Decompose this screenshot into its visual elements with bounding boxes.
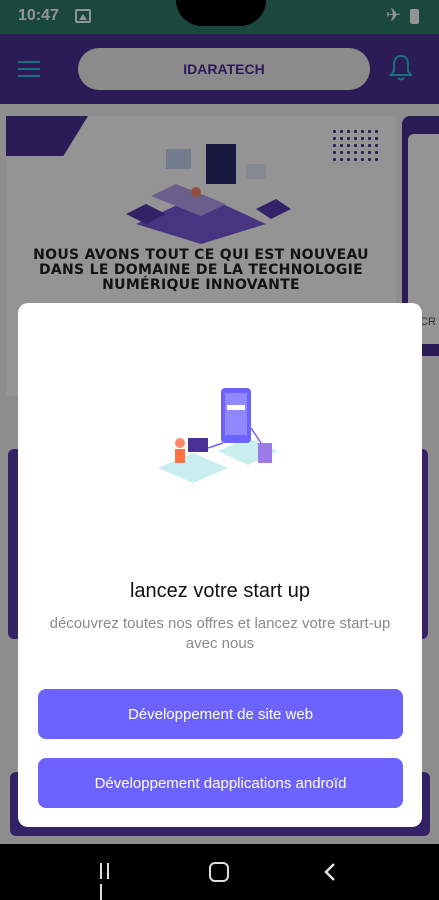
android-development-button[interactable]: Développement dapplications androïd — [38, 758, 403, 808]
home-icon[interactable] — [209, 862, 229, 882]
back-icon[interactable] — [322, 860, 338, 884]
startup-illustration — [158, 388, 278, 483]
modal-description: découvrez toutes nos offres et lancez vo… — [49, 615, 391, 652]
recents-icon[interactable] — [100, 863, 120, 900]
startup-modal: lancez votre start up découvrez toutes n… — [18, 303, 422, 827]
system-nav-bar — [0, 844, 439, 900]
modal-title: lancez votre start up — [129, 580, 311, 602]
web-development-button[interactable]: Développement de site web — [38, 689, 403, 739]
